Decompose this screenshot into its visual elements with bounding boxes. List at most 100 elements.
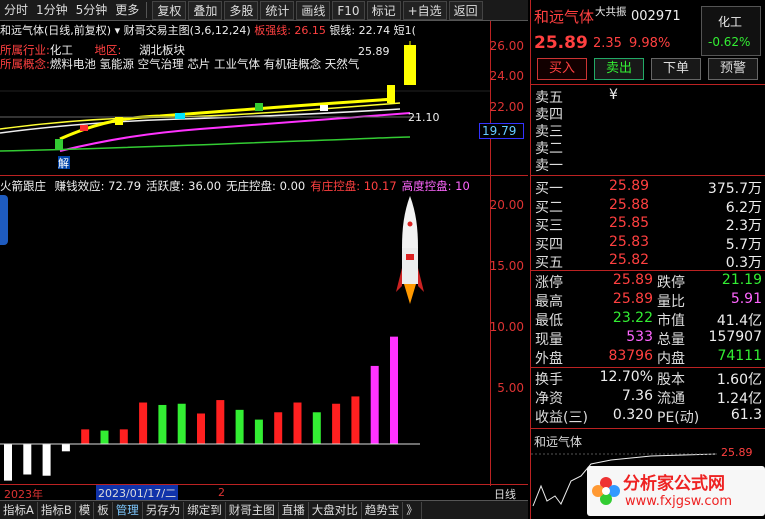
candle (255, 103, 263, 111)
tab-fenshi[interactable]: 分时 (0, 1, 32, 20)
divider (531, 84, 765, 85)
current-price-tag: 19.79 (479, 123, 524, 139)
indicator-bar (42, 444, 51, 476)
sell-button[interactable]: 卖出 (594, 58, 644, 80)
indicator-bar (81, 429, 90, 444)
stat-label: 内盘 (657, 351, 685, 367)
order-volume: 5.7万 (725, 236, 762, 253)
order-price: ¥ (609, 87, 618, 103)
sub-axis-label: 15.00 (489, 259, 524, 273)
tab-bind-to[interactable]: 绑定到 (184, 501, 226, 519)
candle (55, 139, 63, 149)
sub-indicator-chart (0, 196, 424, 481)
indicator-bar (370, 365, 379, 444)
fin-value: 12.70% (599, 369, 653, 385)
sector-name: 化工 (718, 15, 743, 29)
stock-name: 和远气体 (534, 8, 595, 26)
order-label: 买四 (535, 236, 563, 253)
candle (320, 105, 328, 111)
tab-mo[interactable]: 模 (76, 501, 95, 519)
statistics-button[interactable]: 统计 (260, 0, 295, 20)
indicator-bar (177, 403, 186, 444)
order-book-row[interactable]: 买二 25.88 6.2万 (535, 197, 762, 216)
order-book-row[interactable]: 卖一 (535, 155, 762, 174)
high-price-mark: 25.89 (358, 45, 390, 58)
order-book-row[interactable]: 买五 25.82 0.3万 (535, 252, 762, 271)
candle-limit-up (404, 45, 416, 85)
indicator-bar (23, 444, 32, 475)
indicator-bar (4, 444, 12, 481)
stat-value: 25.89 (612, 272, 653, 288)
indicator-bar (139, 402, 148, 444)
watermark-url: www.fxjgsw.com (625, 494, 733, 509)
indicator-bar (119, 429, 128, 444)
stat-value: 74111 (717, 348, 762, 364)
tab-ban[interactable]: 板 (94, 501, 113, 519)
tab-caige-main[interactable]: 财哥主图 (226, 501, 279, 519)
tab-1min[interactable]: 1分钟 (32, 1, 72, 20)
order-book-row[interactable]: 买四 25.83 5.7万 (535, 234, 762, 253)
order-button[interactable]: 下单 (651, 58, 701, 80)
fin-value: 1.60亿 (716, 372, 762, 388)
order-book-row[interactable]: 买一 25.89 375.7万 (535, 178, 762, 197)
order-volume: 375.7万 (707, 181, 762, 197)
sub-axis-label: 5.00 (497, 381, 524, 395)
order-book-row[interactable]: 买三 25.85 2.3万 (535, 215, 762, 234)
price-change: 2.35 (593, 36, 622, 51)
alert-button[interactable]: 预警 (708, 58, 758, 80)
stat-label: 量比 (657, 294, 685, 310)
sub-axis-label: 10.00 (489, 320, 524, 334)
stat-label: 跌停 (657, 275, 685, 291)
indicator-bar (235, 409, 244, 444)
stat-value: 25.89 (612, 291, 653, 307)
fin-label: 流通 (657, 391, 685, 407)
time-mark: 2 (218, 486, 225, 499)
tab-market-compare[interactable]: 大盘对比 (309, 501, 362, 519)
current-price: 25.89 (534, 33, 588, 53)
fin-label: 收益(三) (535, 410, 588, 426)
tab-indicator-a[interactable]: 指标A (0, 501, 38, 519)
indicator-bar (100, 430, 109, 444)
order-price: 25.85 (609, 215, 650, 231)
order-label: 卖一 (535, 158, 563, 174)
order-price: 25.88 (609, 196, 650, 213)
draw-line-button[interactable]: 画线 (296, 0, 331, 20)
multi-stock-button[interactable]: 多股 (224, 0, 259, 20)
stat-row: 最低 23.22 市值 41.4亿 (535, 310, 762, 329)
low-price-mark: 21.10 (408, 111, 440, 124)
divider (531, 367, 765, 368)
indicator-bar (158, 404, 167, 444)
axis-label: 22.00 (489, 100, 524, 114)
indicator-bar (312, 412, 321, 444)
back-button[interactable]: 返回 (448, 0, 483, 20)
tab-save-as[interactable]: 另存为 (143, 501, 185, 519)
stat-value: 157907 (708, 329, 762, 345)
flower-logo-icon (592, 477, 620, 505)
sector-box[interactable]: 化工 -0.62% (701, 6, 761, 56)
price-axis: 26.00 24.00 22.00 19.79 20.00 15.00 10.0… (479, 21, 528, 486)
tab-5min[interactable]: 5分钟 (72, 1, 112, 20)
bottom-tabs: 指标A 指标B 模 板 管理 另存为 绑定到 财哥主图 直播 大盘对比 趋势宝 … (0, 500, 528, 519)
candle (175, 113, 185, 119)
fin-label: 股本 (657, 372, 685, 388)
tab-more-icon[interactable]: 》 (403, 501, 422, 519)
tab-manage[interactable]: 管理 (113, 501, 143, 519)
fin-value: 7.36 (621, 388, 653, 404)
candle (115, 117, 123, 125)
add-watchlist-button[interactable]: +自选 (402, 0, 447, 20)
stat-row: 现量 533 总量 157907 (535, 329, 762, 348)
indicator-bar (274, 412, 283, 444)
stat-label: 最低 (535, 313, 563, 329)
stat-value: 533 (626, 329, 653, 345)
f10-button[interactable]: F10 (332, 0, 365, 20)
tab-more[interactable]: 更多 (111, 1, 143, 20)
fuquan-button[interactable]: 复权 (152, 0, 187, 20)
tab-live[interactable]: 直播 (279, 501, 309, 519)
tab-trend[interactable]: 趋势宝 (362, 501, 404, 519)
overlay-button[interactable]: 叠加 (188, 0, 223, 20)
stat-label: 最高 (535, 294, 563, 310)
tab-indicator-b[interactable]: 指标B (38, 501, 76, 519)
indicator-bar (390, 336, 398, 444)
mark-button[interactable]: 标记 (366, 0, 401, 20)
buy-button[interactable]: 买入 (537, 58, 587, 80)
